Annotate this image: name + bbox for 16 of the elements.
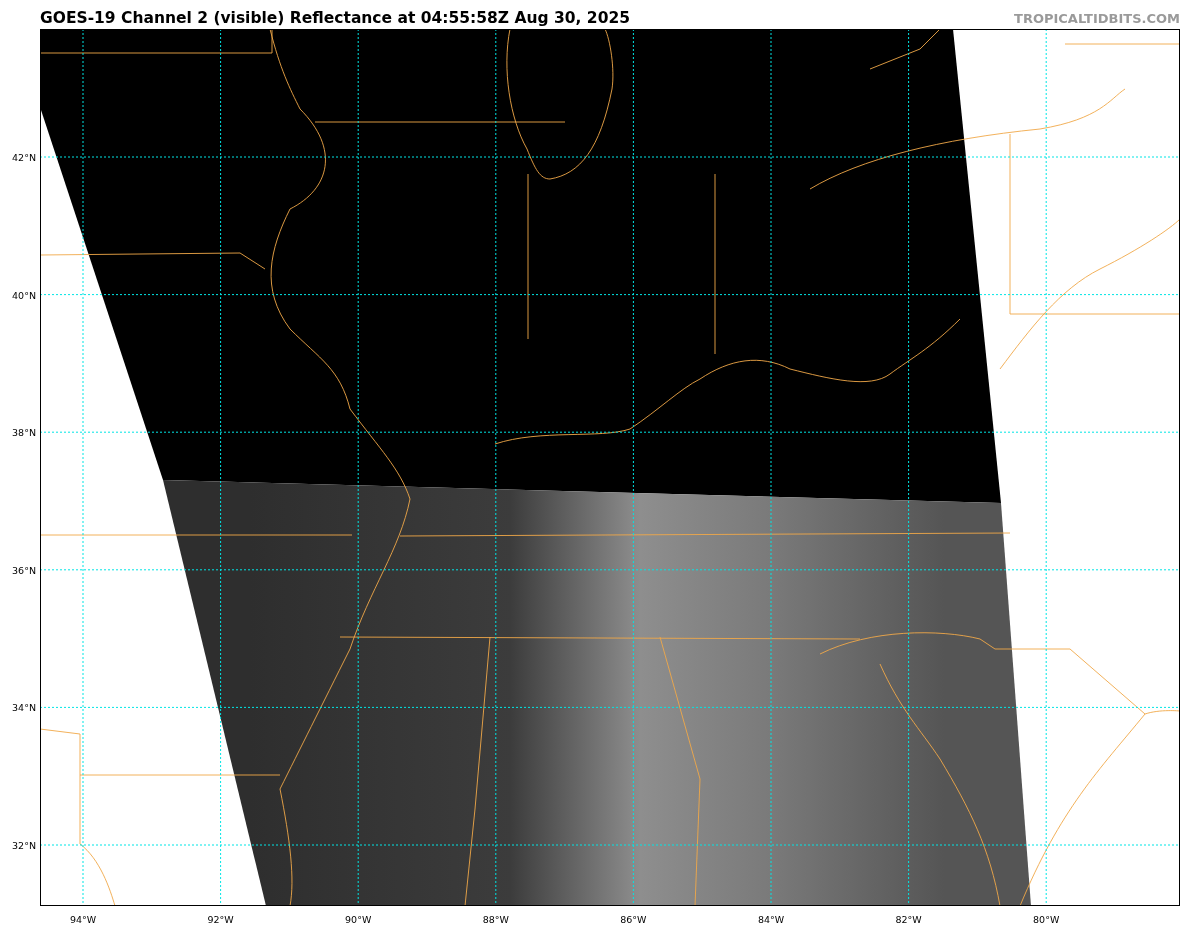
longitude-label: 80°W xyxy=(1033,914,1060,925)
longitude-label: 92°W xyxy=(207,914,234,925)
site-credit: TROPICALTIDBITS.COM xyxy=(1014,11,1180,28)
longitude-label: 88°W xyxy=(482,914,509,925)
latitude-label: 42°N xyxy=(12,151,36,163)
latitude-label: 36°N xyxy=(12,564,36,576)
longitude-label: 86°W xyxy=(620,914,647,925)
longitude-label: 94°W xyxy=(69,914,97,925)
chart-title: GOES-19 Channel 2 (visible) Reflectance at 04:55:58Z Aug 30, 2025 xyxy=(40,9,630,29)
latitude-label: 34°N xyxy=(12,701,36,713)
latitude-label: 38°N xyxy=(12,426,36,438)
latitude-label: 40°N xyxy=(12,289,36,301)
longitude-label: 82°W xyxy=(895,914,922,925)
latitude-label: 32°N xyxy=(12,839,36,851)
longitude-label: 90°W xyxy=(345,914,372,925)
longitude-label: 84°W xyxy=(757,914,785,925)
